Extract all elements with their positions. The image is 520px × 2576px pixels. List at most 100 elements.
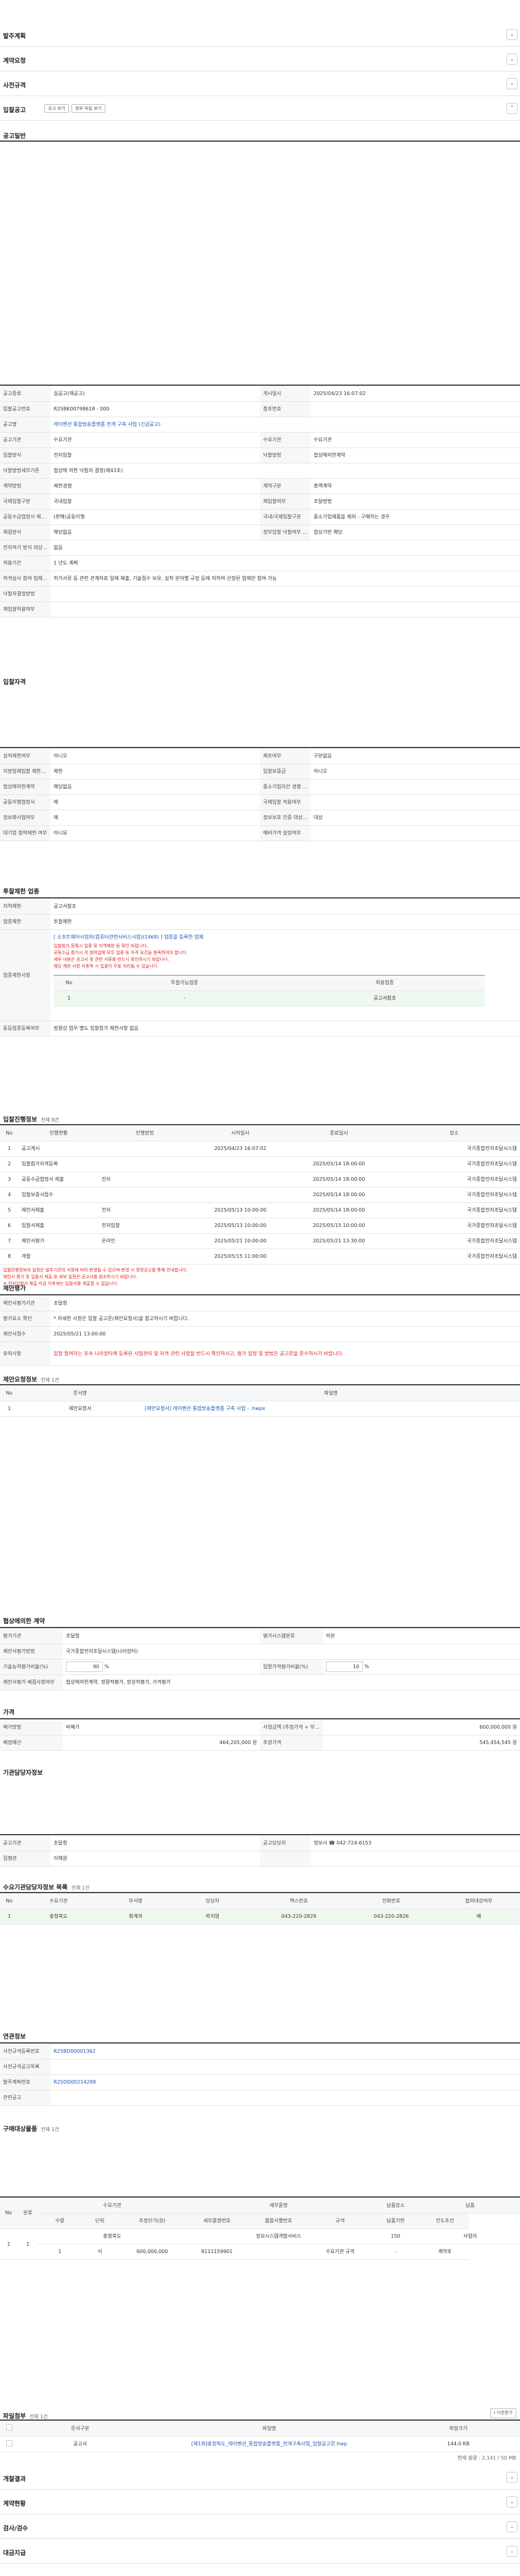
note-line: 공동수급 참가시 각 참여업체 모두 업종 등 자격 요건을 충족하여야 합니다… — [54, 950, 188, 955]
row-label: 사전규격등록번호 — [0, 2044, 51, 2060]
table-row: 공동이행협정서 예 국제입찰 적용여부 — [0, 794, 520, 810]
row-label: 낙찰방법세부기준 — [0, 463, 51, 479]
cell: 온라인 — [99, 1233, 191, 1249]
row-value: 정보사 ☎ 042-724-6153 — [311, 1835, 520, 1851]
download-button[interactable]: ⭳ 다운받기 — [490, 2408, 516, 2418]
row-value: 레이벤션 통합방송플랫폼 전개 구축 사업 (긴급공고) — [51, 417, 520, 433]
notice-view-button[interactable]: 공고 보기 — [44, 104, 69, 113]
divider — [0, 897, 520, 899]
row-value: 법령상 업무 별도 입찰참가 제한사항 없음 — [51, 1021, 520, 1037]
row-label: 평가기관 — [0, 1628, 63, 1644]
row-label: 업종제한 — [0, 914, 51, 930]
row-label: 공동수급협정서 제출 구성방식 — [0, 509, 51, 525]
accordion-bid-plan[interactable]: 발주계획 ⌄ — [0, 22, 520, 47]
attachment-view-button[interactable]: 첨부 파일 보기 — [71, 104, 106, 113]
row-value: 실공고(재공고) — [51, 386, 260, 402]
row-label: 국제입찰 적용여부 — [260, 794, 311, 810]
divider — [0, 2042, 520, 2044]
chevron-down-icon[interactable]: ⌄ — [506, 29, 518, 40]
price-title: 가격 — [3, 1710, 15, 1716]
row-label: 전자적기 방식 대상여부 — [0, 540, 51, 556]
table-row: 적격심사 참여 업체 기준 허가서류 등 관련 관계자료 일체 제출, 기술점수 … — [0, 571, 520, 587]
qualification-table: 실적제한여부 아니오 제조여부 구분없음 지방업체입찰 제한여부 제한 입찰보증금 아니오 협상… — [0, 748, 520, 841]
file-link[interactable]: [제안요청서] 레이벤션 통합방송플랫폼 구축 사업 - .hwpx — [142, 1401, 520, 1417]
row-label: 수요기관 — [260, 432, 311, 448]
row-checkbox[interactable] — [6, 2440, 12, 2447]
chevron-down-icon[interactable]: ⌄ — [506, 2497, 518, 2508]
cell: 정보시스템개발서비스 — [186, 2228, 372, 2244]
row-value: 아니오 — [51, 748, 260, 764]
cell — [191, 1156, 290, 1172]
col-header: 파일크기 — [397, 2421, 520, 2437]
col-header: 물품식별번호 — [248, 2213, 310, 2229]
chevron-down-icon[interactable]: ⌄ — [506, 2521, 518, 2532]
accordion-pre-spec[interactable]: 사전규격 ⌄ — [0, 71, 520, 96]
cell: 전자입찰 — [99, 1218, 191, 1234]
cell: 국가종합전자조달시스템 — [388, 1172, 520, 1188]
row-value — [51, 2059, 520, 2075]
accordion-payment[interactable]: 대금지급 ⌄ — [0, 2539, 520, 2564]
accordion-opening-result[interactable]: 개찰결과 ⌄ — [0, 2465, 520, 2490]
col-header: 전화번호 — [345, 1893, 437, 1909]
cell — [99, 1156, 191, 1172]
row-value: 총액계약 — [311, 478, 520, 494]
row-label: 낙찰자결정방법 — [0, 586, 51, 602]
row-value: 대상 — [311, 810, 520, 826]
divider — [0, 1892, 520, 1893]
col-header: 단위 — [81, 2213, 118, 2229]
pre-spec-link[interactable]: R25BD00001362 — [51, 2044, 520, 2060]
chevron-down-icon[interactable]: ⌄ — [506, 54, 518, 65]
col-header: 종료일시 — [290, 1125, 388, 1141]
col-header: 세부품명 — [186, 2198, 372, 2214]
schedule-title: 입찰진행정보 전체 8건 — [3, 1117, 59, 1123]
row-value: 국내입찰 — [51, 494, 260, 510]
row-value: 아니오 — [311, 764, 520, 780]
table-row: 입찰공고번호 R25BK00798618 - 000 참조번호 — [0, 401, 520, 417]
chevron-down-icon[interactable]: ⌄ — [506, 78, 518, 89]
cell: 국가종합전자조달시스템 — [388, 1202, 520, 1218]
col-header: 수요기관 — [18, 1893, 99, 1909]
cell: - — [84, 990, 285, 1006]
row-value — [311, 825, 520, 841]
row-value: 협상에의한계약, 정량적평가, 정성적평가, 가격평가 — [63, 1674, 520, 1690]
order-plan-link[interactable]: R25DD00214288 — [51, 2074, 520, 2090]
row-label: 입찰가격평가비율(%) — [260, 1659, 323, 1675]
tech-ratio-field: 90 — [66, 1661, 103, 1672]
table-row: 협상에의한계약해당없음중소기업자간 경쟁 대상여부 — [0, 779, 520, 795]
accordion-bid-notice[interactable]: 입찰공고 공고 보기 첨부 파일 보기 ⌃ — [0, 96, 520, 121]
table-row: 공고종류 실공고(재공고) 게시일시 2025/04/23 16:07:02 — [0, 386, 520, 402]
chevron-down-icon[interactable]: ⌄ — [506, 2546, 518, 2557]
col-header: 납품기한 — [371, 2213, 421, 2229]
accordion-inspection[interactable]: 검사/검수 ⌄ — [0, 2514, 520, 2539]
col-header: 추정단가(원) — [118, 2213, 187, 2229]
row-value: 조달청 — [63, 1628, 260, 1644]
select-all-checkbox[interactable] — [6, 2424, 12, 2431]
table-row: 8 개찰 2025/05/15 11:00:00 국가종합전자조달시스템 — [0, 1249, 520, 1265]
cell — [99, 1187, 191, 1203]
col-header: 문서명 — [18, 1385, 142, 1401]
row-value — [51, 586, 520, 602]
chevron-down-icon[interactable]: ⌄ — [506, 2472, 518, 2483]
row-label: 재입찰허용여부 — [0, 601, 51, 618]
table-row: 7 제안서평가 온라인 2025/05/21 10:00:00 2025/05/21 1… — [0, 1233, 520, 1249]
cell: 1 — [38, 2244, 81, 2260]
accordion-contract-status[interactable]: 계약현황 ⌄ — [0, 2490, 520, 2514]
col-header: No — [0, 1385, 18, 1401]
row-label: 정부입찰 낙찰여부 국제입찰 대상여부 — [260, 524, 311, 540]
row-value: 투찰제한 — [51, 914, 520, 930]
purchase-title: 구매대상물품 전체 1건 — [3, 2126, 59, 2133]
accordion-contract-request[interactable]: 계약요청 ⌄ — [0, 47, 520, 71]
cell: 150 — [371, 2228, 421, 2244]
chevron-up-icon[interactable]: ⌃ — [506, 103, 518, 114]
divider — [0, 1124, 520, 1125]
row-value — [51, 601, 520, 618]
row-label: 중소기업자간 경쟁 대상여부 — [260, 779, 311, 795]
cell: 국가종합전자조달시스템 — [388, 1249, 520, 1265]
row-value: 구분없음 — [311, 748, 520, 764]
file-link[interactable]: [제1회]충청북도_레이벤션_통합방송플랫폼_전개구축사업_입찰공고문.hwp — [142, 2436, 397, 2452]
price-table: 예가방법 비예가 사업금액 (추정가격 + 부가세) 600,000,000 원 배정… — [0, 1719, 520, 1751]
row-value — [51, 2090, 520, 2106]
cell — [99, 1249, 191, 1265]
cell: 1 — [0, 1909, 18, 1925]
accordion-title: 발주계획 — [3, 33, 26, 40]
